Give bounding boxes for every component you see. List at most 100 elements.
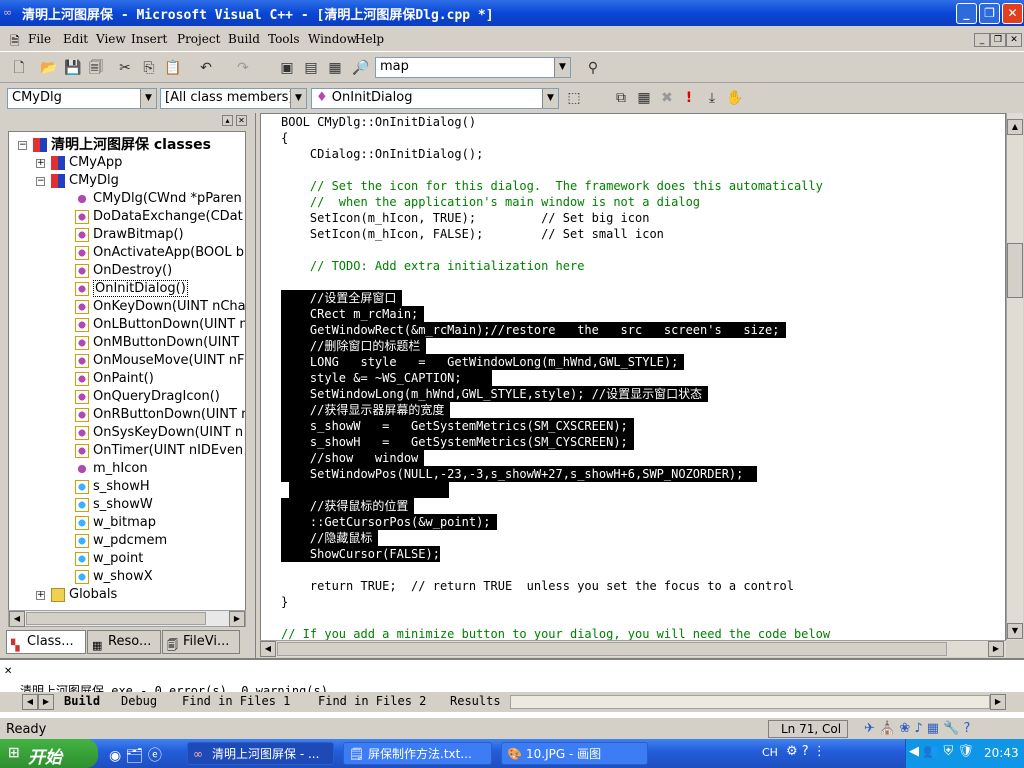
tab-debug[interactable]: Debug [121,694,157,710]
tree-item[interactable]: OnQueryDragIcon() [75,388,220,406]
expand-toggle[interactable]: + [36,591,45,600]
menu-file[interactable]: File [28,32,51,46]
tree-item[interactable]: CMyDlg [51,172,119,190]
tree-item[interactable]: s_showW [75,496,153,514]
tree-item[interactable]: OnRButtonDown(UINT n [75,406,245,424]
ime-icons[interactable]: ⚙ ? ⋮ [786,744,826,759]
undo-icon[interactable]: ↶ [195,57,217,79]
filter-combo[interactable]: [All class members] ▼ [160,88,307,109]
window-list-icon[interactable]: ▦ [324,57,346,79]
language-indicator[interactable]: CH [762,746,778,759]
chevron-down-icon[interactable]: ▼ [140,89,156,108]
wizard-action-icon[interactable]: ⬚ [563,87,585,109]
menu-insert[interactable]: Insert [131,32,167,46]
pane-collapse-icon[interactable]: ▴ [222,115,233,126]
new-text-file-icon[interactable]: 🗋 [8,57,30,79]
find-combo[interactable]: map ▼ [375,57,571,78]
tab-classview[interactable]: ▚ Class... [6,630,86,654]
title-bar[interactable]: ∞ 清明上河图屏保 - Microsoft Visual C++ - [清明上河… [0,0,1024,26]
tab-find-in-files-1[interactable]: Find in Files 1 [182,694,290,710]
paste-icon[interactable]: 📋 [162,57,184,79]
tray-icons[interactable]: ◀ 👥 ⛨ 🛡 [909,744,974,759]
copy-icon[interactable]: ⎘ [138,57,160,79]
menu-window[interactable]: Window [308,32,357,46]
tree-item[interactable]: OnActivateApp(BOOL b [75,244,244,262]
editor-vertical-scrollbar[interactable]: ▲ ▼ [1006,113,1023,640]
menu-build[interactable]: Build [228,32,260,46]
cut-icon[interactable]: ✂ [114,57,136,79]
scroll-right-icon[interactable]: ▶ [990,694,1006,710]
expand-toggle[interactable]: + [36,159,45,168]
menu-project[interactable]: Project [177,32,220,46]
output-close-icon[interactable]: ✕ [4,666,12,677]
tab-find-in-files-2[interactable]: Find in Files 2 [318,694,426,710]
scroll-left-icon[interactable]: ◀ [9,611,25,627]
open-icon[interactable]: 📂 [38,57,60,79]
scroll-thumb[interactable] [1007,243,1023,298]
execute-icon[interactable]: ! [678,87,700,109]
tree-item[interactable]: w_bitmap [75,514,156,532]
tree-item[interactable]: OnMouseMove(UINT nF [75,352,244,370]
tree-item[interactable]: w_point [75,550,143,568]
breakpoint-hand-icon[interactable]: ✋ [724,87,746,109]
quicklaunch-icons[interactable]: ◉ 🗂 ⓔ [109,745,162,765]
tree-horizontal-scrollbar[interactable]: ◀ ▶ [8,610,246,627]
redo-icon[interactable]: ↷ [232,57,254,79]
class-combo[interactable]: CMyDlg ▼ [7,88,157,109]
save-icon[interactable]: 💾 [62,57,84,79]
tree-item[interactable]: DrawBitmap() [75,226,184,244]
expand-toggle[interactable]: − [18,141,27,150]
expand-toggle[interactable]: − [36,177,45,186]
scroll-thumb[interactable] [26,612,206,625]
tab-scroll-right-icon[interactable]: ▶ [38,694,54,710]
scroll-thumb[interactable] [277,642,947,656]
tree-item[interactable]: CMyApp [51,154,122,172]
tab-scroll-left-icon[interactable]: ◀ [22,694,38,710]
tree-item[interactable]: OnMButtonDown(UINT [75,334,239,352]
tree-item[interactable]: Globals [51,586,117,604]
go-icon[interactable]: ⤓ [701,87,723,109]
scroll-right-icon[interactable]: ▶ [988,641,1004,657]
tree-root[interactable]: 清明上河图屏保 classes [33,136,211,154]
tree-item[interactable]: OnDestroy() [75,262,172,280]
compile-icon[interactable]: ⧉ [610,87,632,109]
tree-item[interactable]: s_showH [75,478,150,496]
taskbar-item-paint[interactable]: 🎨 10.JPG - 画图 [501,742,648,765]
code-editor[interactable]: BOOL CMyDlg::OnInitDialog() { CDialog::O… [260,113,1006,653]
tree-item[interactable]: DoDataExchange(CDat [75,208,243,226]
tree-item[interactable]: OnTimer(UINT nIDEven [75,442,243,460]
scroll-right-icon[interactable]: ▶ [229,611,245,627]
chevron-down-icon[interactable]: ▼ [554,58,570,77]
chevron-down-icon[interactable]: ▼ [542,89,558,108]
find-in-files-icon[interactable]: 🔎 [350,57,372,79]
tree-item[interactable]: OnKeyDown(UINT nCha [75,298,245,316]
taskbar-item-notepad[interactable]: 🗒 屏保制作方法.txt... [343,742,492,765]
tab-build[interactable]: Build [64,694,100,710]
restore-button[interactable]: ❐ [979,3,1000,24]
tab-results[interactable]: Results [450,694,501,710]
workspace-icon[interactable]: ▣ [276,57,298,79]
mdi-minimize-button[interactable]: _ [974,33,990,47]
tree-item[interactable]: OnSysKeyDown(UINT n [75,424,243,442]
menu-edit[interactable]: Edit [63,32,88,46]
tree-item[interactable]: OnPaint() [75,370,154,388]
save-all-icon[interactable]: 🗐 [85,57,107,79]
output-scrollbar[interactable] [510,695,990,709]
pane-close-icon[interactable]: ✕ [236,115,247,126]
tree-item[interactable]: m_hIcon [75,460,148,478]
mdi-restore-button[interactable]: ❐ [990,33,1006,47]
output-icon[interactable]: ▤ [300,57,322,79]
tree-item[interactable]: w_pdcmem [75,532,167,550]
stop-build-icon[interactable]: ✖ [656,87,678,109]
menu-help[interactable]: Help [355,32,384,46]
scroll-left-icon[interactable]: ◀ [260,641,276,657]
close-button[interactable]: ✕ [1002,3,1023,24]
editor-horizontal-scrollbar[interactable]: ◀ ▶ [260,640,1006,657]
tree-item[interactable]: w_showX [75,568,153,586]
scroll-up-icon[interactable]: ▲ [1007,119,1023,135]
tree-item[interactable]: OnLButtonDown(UINT n [75,316,245,334]
binoculars-icon[interactable]: ⚲ [582,57,604,79]
chevron-down-icon[interactable]: ▼ [290,89,306,108]
taskbar-item-vc[interactable]: ∞ 清明上河图屏保 - ... [187,742,334,765]
menu-tools[interactable]: Tools [268,32,300,46]
